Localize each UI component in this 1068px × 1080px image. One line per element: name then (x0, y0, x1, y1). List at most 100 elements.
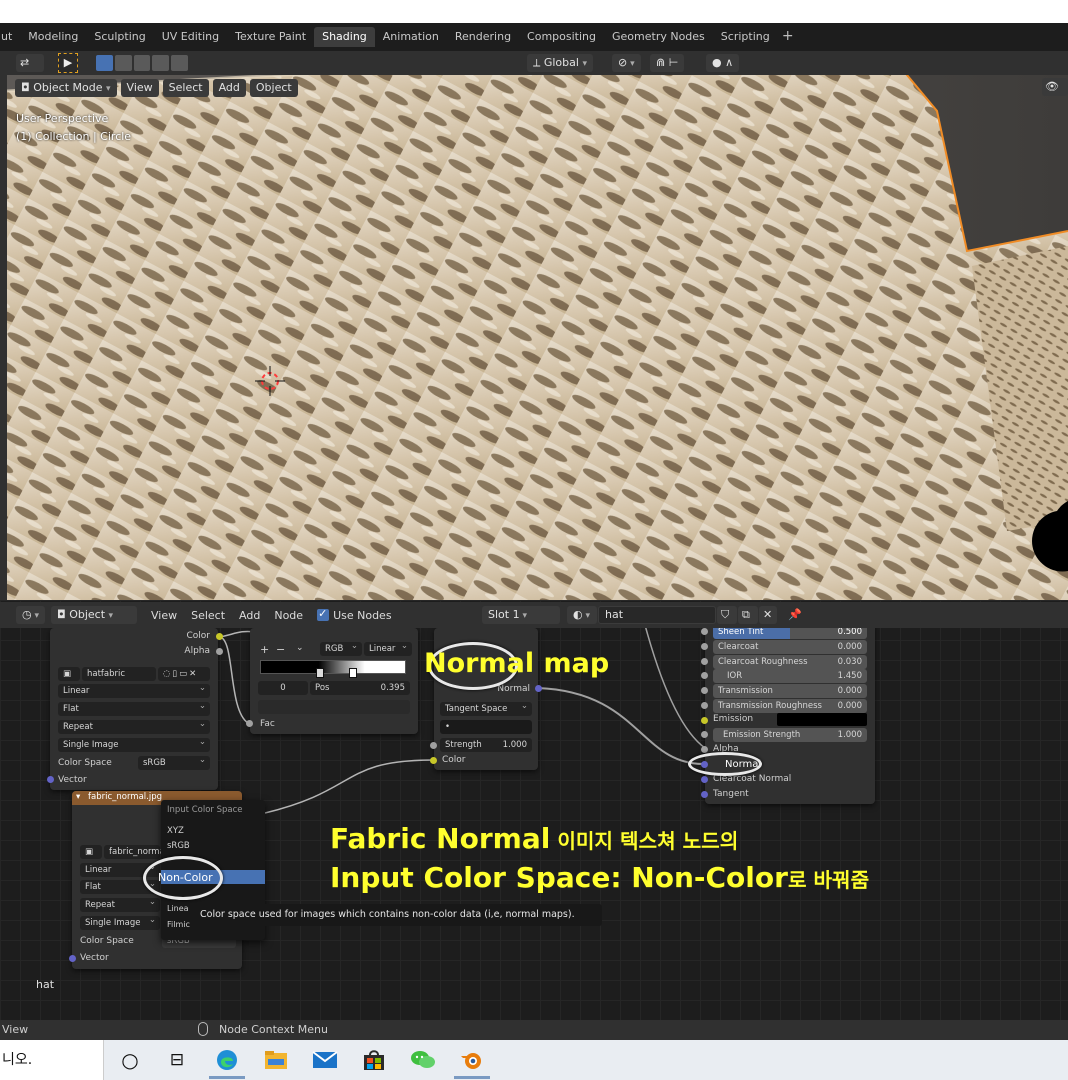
tab-compositing[interactable]: Compositing (519, 27, 604, 47)
file-explorer-icon[interactable] (261, 1046, 291, 1074)
node-menu-node[interactable]: Node (274, 609, 303, 622)
select-new-icon[interactable] (96, 55, 113, 71)
normal-space-dropdown[interactable]: Tangent Space (440, 699, 532, 716)
menu-item-xyz[interactable]: XYZ (167, 826, 184, 836)
tab-scripting[interactable]: Scripting (713, 27, 778, 47)
task-view-icon[interactable]: ⊟ (162, 1046, 192, 1074)
socket-vector-in[interactable] (47, 776, 54, 783)
ramp-stop-handle-icon[interactable] (349, 668, 357, 678)
store-icon[interactable] (359, 1046, 389, 1074)
mail-icon[interactable] (310, 1046, 340, 1074)
socket-emission-in[interactable] (701, 717, 708, 724)
ramp-stop-handle-icon[interactable] (316, 668, 324, 678)
visibility-eye-icon[interactable]: 👁 (1042, 78, 1068, 96)
select-invert-icon[interactable] (152, 55, 170, 71)
image-actions-icons[interactable]: ◌▯▭✕ (158, 667, 210, 681)
ramp-gradient-bar[interactable] (260, 660, 406, 674)
socket-alpha-in[interactable] (701, 746, 708, 753)
taskbar-search-box[interactable]: 니오. (0, 1040, 104, 1080)
socket-clearcoat-roughness-in[interactable] (701, 658, 708, 665)
viewport-menu-select[interactable]: Select (162, 79, 209, 97)
shader-node-editor[interactable]: Color Alpha ▣ hatfabric ◌▯▭✕ Linear Flat… (0, 600, 1068, 1020)
tab-sculpting[interactable]: Sculpting (86, 27, 153, 47)
pin-icon[interactable]: 📌 (784, 606, 804, 624)
object-mode-dropdown[interactable]: ◘ Object Mode (15, 79, 117, 97)
socket-transmission-in[interactable] (701, 687, 708, 694)
snap-toggle-icon[interactable]: ⋒ ⊢ (650, 54, 685, 72)
stop-position-field[interactable]: Pos 0.395 (310, 681, 410, 695)
menu-item-linear[interactable]: Linea (167, 904, 189, 913)
proportional-edit-icon[interactable]: ● ∧ (706, 54, 740, 72)
edge-browser-icon[interactable] (212, 1046, 242, 1074)
editor-type-icon[interactable]: ◷ (16, 606, 45, 624)
material-slot-dropdown[interactable]: Slot 1 (482, 606, 560, 624)
bsdf-row-transmission-roughness[interactable]: Transmission Roughness 0.000 (713, 699, 867, 713)
extension-dropdown[interactable]: Repeat (58, 717, 210, 734)
ramp-color-mode-dropdown[interactable]: RGB (320, 639, 362, 656)
image-name-field[interactable]: fabric_normal.j (104, 845, 172, 859)
principled-bsdf-node[interactable]: Sheen Tint 0.500 Clearcoat 0.000 Clearcoat… (705, 622, 875, 804)
viewport-menu-view[interactable]: View (120, 79, 159, 97)
socket-normal-out[interactable] (535, 685, 542, 692)
bsdf-row-emission-strength[interactable]: Emission Strength 1.000 (713, 728, 867, 742)
socket-color-in[interactable] (430, 757, 437, 764)
unlink-material-icon[interactable]: ✕ (759, 606, 777, 624)
bsdf-row-clearcoat-roughness[interactable]: Clearcoat Roughness 0.030 (713, 655, 867, 669)
socket-tangent-in[interactable] (701, 791, 708, 798)
tab-uv-editing[interactable]: UV Editing (154, 27, 227, 47)
strength-field[interactable]: Strength 1.000 (440, 738, 532, 752)
tab-geometry-nodes[interactable]: Geometry Nodes (604, 27, 713, 47)
material-browse-icon[interactable]: ◐ (567, 606, 597, 624)
blender-icon[interactable] (457, 1046, 487, 1074)
transform-pivot-icon[interactable]: ⇄ (16, 54, 44, 72)
tab-layout[interactable]: ut (0, 27, 20, 47)
shader-type-dropdown[interactable]: ◘ Object (51, 606, 137, 624)
socket-strength-in[interactable] (430, 742, 437, 749)
node-menu-view[interactable]: View (151, 609, 177, 622)
emission-color-swatch[interactable] (777, 713, 867, 726)
node-menu-add[interactable]: Add (239, 609, 260, 622)
bsdf-row-transmission[interactable]: Transmission 0.000 (713, 684, 867, 698)
socket-vector-in[interactable] (69, 955, 76, 962)
socket-fac-in[interactable] (246, 720, 253, 727)
image-texture-node-hatfabric[interactable]: Color Alpha ▣ hatfabric ◌▯▭✕ Linear Flat… (50, 628, 218, 790)
cortana-icon[interactable]: ○ (115, 1046, 145, 1074)
select-tool-icon[interactable]: ▶ (58, 53, 78, 73)
duplicate-material-icon[interactable]: ⧉ (738, 606, 758, 624)
tab-shading[interactable]: Shading (314, 27, 375, 47)
material-name-field[interactable]: hat (598, 606, 716, 624)
fake-user-shield-icon[interactable]: ⛉ (717, 606, 737, 624)
3d-cursor-icon[interactable] (255, 366, 285, 396)
extension-dropdown[interactable]: Repeat (80, 895, 160, 912)
socket-alpha-out[interactable] (216, 648, 223, 655)
select-subtract-icon[interactable] (133, 55, 151, 71)
tab-modeling[interactable]: Modeling (20, 27, 86, 47)
bsdf-row-clearcoat[interactable]: Clearcoat 0.000 (713, 640, 867, 654)
socket-clearcoat-in[interactable] (701, 643, 708, 650)
socket-ior-in[interactable] (701, 672, 708, 679)
image-name-field[interactable]: hatfabric (82, 667, 156, 681)
pivot-point-dropdown[interactable]: ⊘ (612, 54, 641, 72)
tab-rendering[interactable]: Rendering (447, 27, 519, 47)
transform-orientation-dropdown[interactable]: ⟂ Global (527, 54, 593, 72)
select-extend-icon[interactable] (114, 55, 132, 71)
viewport-menu-object[interactable]: Object (249, 79, 298, 97)
interpolation-dropdown[interactable]: Linear (58, 681, 210, 698)
source-dropdown[interactable]: Single Image (80, 913, 160, 930)
bsdf-row-ior[interactable]: IOR 1.450 (713, 669, 867, 683)
ramp-menu-icon[interactable]: ⌄ (296, 643, 304, 653)
ramp-interpolation-dropdown[interactable]: Linear (364, 639, 412, 656)
image-browse-icon[interactable]: ▣ (58, 667, 80, 681)
projection-dropdown[interactable]: Flat (58, 699, 210, 716)
tab-animation[interactable]: Animation (375, 27, 447, 47)
tab-texture-paint[interactable]: Texture Paint (227, 27, 314, 47)
image-browse-icon[interactable]: ▣ (80, 845, 102, 859)
add-stop-button[interactable]: + (260, 643, 269, 656)
add-workspace-button[interactable]: + (778, 27, 798, 47)
source-dropdown[interactable]: Single Image (58, 735, 210, 752)
uv-map-field[interactable]: • (440, 720, 532, 734)
viewport-menu-add[interactable]: Add (212, 79, 246, 97)
stop-color-swatch[interactable] (258, 700, 410, 714)
viewport-3d[interactable] (7, 51, 1068, 600)
color-ramp-node[interactable]: + − ⌄ RGB Linear 0 Pos 0.395 Fac (250, 628, 418, 734)
